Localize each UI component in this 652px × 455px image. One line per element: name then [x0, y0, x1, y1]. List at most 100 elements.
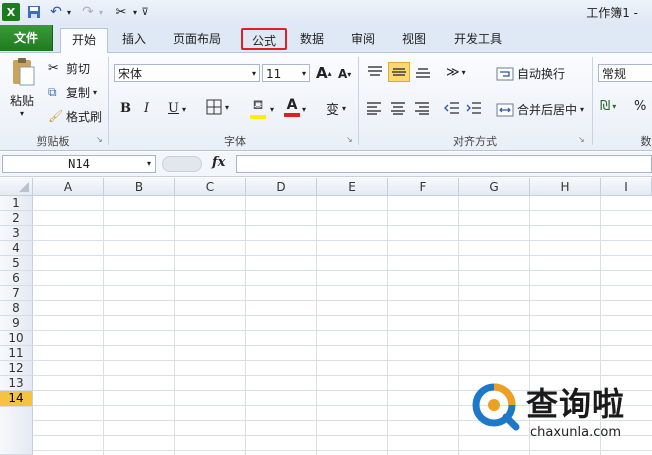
- copy-button[interactable]: ⧉ 复制 ▾: [48, 84, 97, 100]
- row-header[interactable]: 3: [0, 226, 33, 241]
- paste-button[interactable]: 粘贴: [10, 92, 38, 109]
- tab-review[interactable]: 审阅: [344, 28, 382, 50]
- cut-button[interactable]: ✂ 剪切: [48, 60, 90, 76]
- column-header[interactable]: I: [601, 178, 652, 196]
- row-header[interactable]: 12: [0, 361, 33, 376]
- clipboard-launcher-icon[interactable]: ↘: [96, 135, 103, 144]
- copy-icon: ⧉: [48, 84, 57, 99]
- column-header[interactable]: H: [530, 178, 601, 196]
- grow-font-button[interactable]: A ▴: [316, 64, 332, 82]
- merge-center-button[interactable]: 合并后居中 ▾: [496, 101, 584, 118]
- font-launcher-icon[interactable]: ↘: [346, 135, 353, 144]
- undo-dropdown-icon[interactable]: ▾: [64, 3, 74, 21]
- column-header[interactable]: D: [246, 178, 317, 196]
- excel-logo-icon[interactable]: X: [2, 3, 20, 21]
- italic-button[interactable]: I: [144, 101, 149, 116]
- column-header[interactable]: C: [175, 178, 246, 196]
- borders-icon: [206, 99, 222, 115]
- column-header[interactable]: F: [388, 178, 459, 196]
- font-color-dropdown-icon[interactable]: ▾: [302, 105, 306, 114]
- formula-bar-grip[interactable]: [162, 156, 202, 172]
- tab-page-layout[interactable]: 页面布局: [166, 28, 228, 50]
- fill-dropdown-icon[interactable]: ▾: [270, 105, 274, 114]
- number-format-select[interactable]: 常规: [598, 64, 652, 82]
- align-center-button[interactable]: [390, 101, 406, 115]
- text-orientation-icon: ≫: [446, 65, 460, 80]
- align-left-button[interactable]: [366, 101, 382, 115]
- row-header[interactable]: 7: [0, 286, 33, 301]
- insert-function-button[interactable]: fx: [212, 155, 225, 170]
- fill-color-button[interactable]: ⛾: [250, 98, 266, 119]
- row-header[interactable]: 1: [0, 196, 33, 211]
- copy-label: 复制: [66, 85, 91, 100]
- row-header-selected[interactable]: 14: [0, 391, 33, 407]
- copy-dropdown-icon[interactable]: ▾: [93, 88, 97, 97]
- row-header[interactable]: 9: [0, 316, 33, 331]
- paste-icon[interactable]: [8, 57, 38, 87]
- increase-indent-button[interactable]: [466, 101, 482, 115]
- column-header[interactable]: A: [33, 178, 104, 196]
- decrease-indent-button[interactable]: [444, 101, 460, 115]
- align-bottom-button[interactable]: [414, 65, 432, 79]
- orientation-button[interactable]: ≫ ▾: [446, 65, 466, 80]
- row-header[interactable]: 6: [0, 271, 33, 286]
- borders-button[interactable]: ▾: [206, 99, 229, 115]
- font-size-select[interactable]: 11 ▾: [262, 64, 310, 82]
- percent-button[interactable]: %: [634, 99, 646, 114]
- tab-view[interactable]: 视图: [394, 28, 434, 50]
- undo-icon[interactable]: ↶: [48, 3, 64, 21]
- align-top-button[interactable]: [366, 65, 384, 79]
- underline-dropdown-icon[interactable]: ▾: [182, 105, 186, 114]
- font-color-button[interactable]: A: [284, 97, 300, 117]
- align-right-button[interactable]: [414, 101, 430, 115]
- bold-button[interactable]: B: [120, 101, 131, 116]
- ribbon: 粘贴 ▾ ✂ 剪切 ⧉ 复制 ▾ 🖌 格式刷 剪贴板 ↘ 宋体 ▾ 11 ▾ A…: [0, 53, 652, 151]
- phonetic-button[interactable]: 变 ▾: [326, 99, 346, 118]
- row-header[interactable]: 10: [0, 331, 33, 346]
- redo-icon[interactable]: ↷: [80, 3, 96, 21]
- column-header[interactable]: G: [459, 178, 530, 196]
- row-header[interactable]: 2: [0, 211, 33, 226]
- tab-home[interactable]: 开始: [60, 28, 108, 53]
- tab-data[interactable]: 数据: [292, 28, 332, 50]
- format-painter-button[interactable]: 🖌 格式刷: [48, 108, 102, 124]
- chevron-down-icon[interactable]: ▾: [147, 156, 151, 172]
- underline-button[interactable]: U: [168, 101, 179, 116]
- row-header[interactable]: [0, 407, 33, 455]
- tab-formulas[interactable]: 公式: [241, 28, 287, 50]
- align-top-icon: [368, 66, 382, 76]
- row-header[interactable]: 8: [0, 301, 33, 316]
- row-header[interactable]: 11: [0, 346, 33, 361]
- select-all-corner[interactable]: [0, 178, 33, 196]
- tab-file[interactable]: 文件: [0, 25, 53, 51]
- font-name-select[interactable]: 宋体 ▾: [114, 64, 260, 82]
- alignment-launcher-icon[interactable]: ↘: [578, 135, 585, 144]
- customize-toolbar-icon[interactable]: ⊽: [140, 3, 150, 21]
- tab-insert[interactable]: 插入: [112, 28, 156, 50]
- redo-dropdown-icon[interactable]: ▾: [96, 3, 106, 21]
- merge-dropdown-icon[interactable]: ▾: [580, 105, 584, 114]
- row-header[interactable]: 4: [0, 241, 33, 256]
- wrap-text-button[interactable]: 自动换行: [496, 65, 565, 82]
- row-header[interactable]: 5: [0, 256, 33, 271]
- currency-icon: ₪: [600, 99, 611, 114]
- shrink-font-button[interactable]: A ▾: [338, 67, 351, 81]
- column-header[interactable]: E: [317, 178, 388, 196]
- tools-dropdown-icon[interactable]: ▾: [130, 3, 140, 21]
- paste-dropdown-icon[interactable]: ▾: [20, 109, 24, 118]
- title-bar: X ↶ ▾ ↷ ▾ ✂ ▾ ⊽ 工作簿1 -: [0, 0, 652, 25]
- row-header[interactable]: 13: [0, 376, 33, 391]
- name-box[interactable]: N14 ▾: [2, 155, 156, 173]
- align-right-icon: [415, 102, 429, 115]
- column-header[interactable]: B: [104, 178, 175, 196]
- accounting-format-button[interactable]: ₪ ▾: [600, 99, 616, 114]
- font-size-value: 11: [266, 67, 282, 81]
- worksheet-grid: A B C D E F G H I 1 2 3 4 5 6 7 8 9 10 1…: [0, 178, 652, 455]
- save-icon[interactable]: [26, 3, 42, 21]
- formula-input[interactable]: [236, 155, 652, 173]
- group-clipboard-label: 剪贴板: [36, 135, 70, 148]
- tab-developer[interactable]: 开发工具: [446, 28, 510, 50]
- align-middle-button[interactable]: [388, 62, 410, 82]
- chevron-down-icon: ▾: [301, 69, 306, 78]
- tools-icon[interactable]: ✂: [112, 3, 130, 21]
